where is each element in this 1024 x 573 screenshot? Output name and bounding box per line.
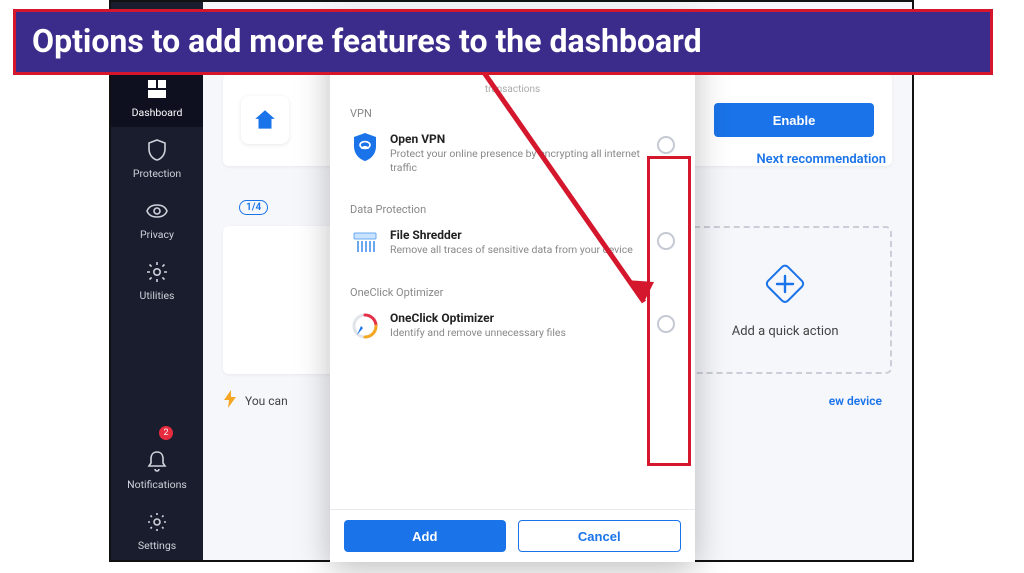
vpn-icon [350, 132, 380, 162]
cancel-button[interactable]: Cancel [518, 520, 682, 552]
category-label: Data Protection [350, 203, 675, 216]
feature-row-vpn: Open VPN Protect your online presence by… [350, 126, 675, 187]
next-recommendation-link[interactable]: Next recommendation [756, 152, 886, 167]
bolt-icon [223, 390, 237, 411]
sidebar-label: Protection [133, 167, 181, 180]
sidebar-item-privacy[interactable]: Privacy [111, 188, 203, 249]
feature-row-optimizer: OneClick Optimizer Identify and remove u… [350, 305, 675, 353]
sidebar-label: Settings [138, 539, 176, 552]
footer-text: You can [245, 394, 288, 408]
settings-icon [144, 509, 170, 535]
optimizer-icon [350, 311, 380, 341]
feature-title: OneClick Optimizer [390, 311, 647, 325]
modal-scroll[interactable]: transactions VPN Open VPN Protect your o… [330, 76, 695, 509]
feature-title: Open VPN [390, 132, 647, 146]
feature-desc: Protect your online presence by encrypti… [390, 147, 647, 175]
category-label: OneClick Optimizer [350, 286, 675, 299]
annotation-banner: Options to add more features to the dash… [13, 9, 993, 75]
bell-icon [144, 448, 170, 474]
sidebar-label: Dashboard [132, 106, 183, 119]
sidebar-item-settings[interactable]: Settings [111, 499, 203, 560]
recommendation-count: 1/4 [239, 200, 268, 215]
sidebar-item-dashboard[interactable]: Dashboard [111, 66, 203, 127]
select-radio[interactable] [657, 136, 675, 154]
quick-actions-modal: Quick actions Pin what you use most to t… [330, 19, 695, 562]
install-device-link[interactable]: ew device [829, 394, 892, 408]
sidebar-item-notifications[interactable]: 2 Notifications [111, 438, 203, 499]
sidebar-label: Privacy [140, 228, 174, 241]
gear-icon [144, 259, 170, 285]
eye-icon [144, 198, 170, 224]
recommendation-icon [241, 96, 289, 144]
notification-badge: 2 [159, 426, 173, 440]
feature-title: File Shredder [390, 228, 647, 242]
shredder-icon [350, 228, 380, 258]
add-quick-action-tile[interactable]: Add a quick action [678, 226, 892, 374]
add-button[interactable]: Add [344, 520, 506, 552]
plus-diamond-icon [763, 262, 807, 310]
enable-button[interactable]: Enable [714, 103, 874, 137]
sidebar-item-protection[interactable]: Protection [111, 127, 203, 188]
feature-row-shredder: File Shredder Remove all traces of sensi… [350, 222, 675, 270]
select-radio[interactable] [657, 315, 675, 333]
shield-icon [144, 137, 170, 163]
feature-desc: Identify and remove unnecessary files [390, 326, 647, 340]
feature-desc: Remove all traces of sensitive data from… [390, 243, 647, 257]
modal-footer: Add Cancel [330, 509, 695, 562]
sidebar-item-utilities[interactable]: Utilities [111, 249, 203, 310]
category-label: VPN [350, 107, 675, 120]
partial-text: transactions [330, 76, 695, 97]
sidebar: Dashboard Protection Privacy Utilities [111, 2, 203, 560]
select-radio[interactable] [657, 232, 675, 250]
sidebar-label: Utilities [140, 289, 175, 302]
dashboard-icon [144, 76, 170, 102]
sidebar-label: Notifications [127, 478, 187, 491]
tile-label: Add a quick action [732, 324, 839, 339]
